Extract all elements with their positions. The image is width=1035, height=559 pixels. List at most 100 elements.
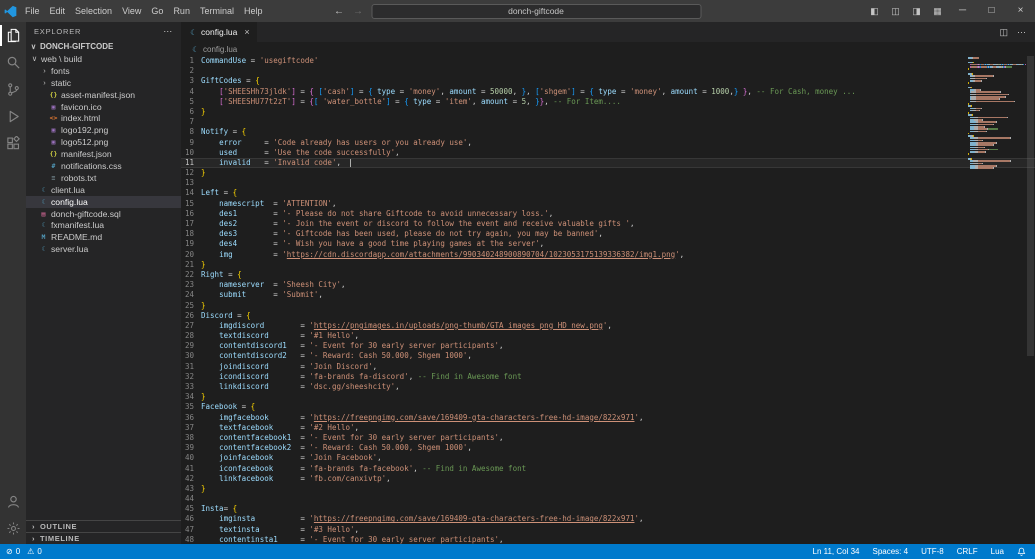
status-item-language-mode[interactable]: Lua [991,547,1004,556]
line-number[interactable]: 33 [181,382,201,392]
tree-item-config-lua[interactable]: ☾ config.lua [26,195,181,208]
line-number[interactable]: 28 [181,331,201,341]
status-item-indentation[interactable]: Spaces: 4 [873,547,909,556]
code-line-34[interactable]: 34} [181,392,1035,402]
code-line-47[interactable]: 47 textinsta = '#3 Hello', [181,525,1035,535]
line-number[interactable]: 39 [181,443,201,453]
code-line-12[interactable]: 12} [181,168,1035,178]
line-number[interactable]: 7 [181,117,201,127]
line-number[interactable]: 18 [181,229,201,239]
line-number[interactable]: 3 [181,76,201,86]
tree-item-readme-md[interactable]: M README.md [26,231,181,243]
line-number[interactable]: 25 [181,301,201,311]
line-number[interactable]: 12 [181,168,201,178]
line-number[interactable]: 1 [181,56,201,66]
menu-run[interactable]: Run [168,0,195,22]
code-line-19[interactable]: 19 des4 = '- Wish you have a good time p… [181,239,1035,249]
tree-item-notifications-css[interactable]: # notifications.css [26,160,181,172]
close-button[interactable]: × [1006,0,1035,22]
menu-go[interactable]: Go [146,0,168,22]
code-line-25[interactable]: 25} [181,301,1035,311]
account-icon[interactable] [0,488,26,515]
code-line-20[interactable]: 20 img = 'https://cdn.discordapp.com/att… [181,250,1035,260]
code-line-22[interactable]: 22 Right = { [181,270,1035,280]
menu-view[interactable]: View [117,0,146,22]
line-number[interactable]: 40 [181,453,201,463]
code-line-3[interactable]: 3 GiftCodes = { [181,76,1035,86]
code-line-45[interactable]: 45 Insta= { [181,504,1035,514]
code-line-33[interactable]: 33 linkdiscord = 'dsc.gg/sheeshcity', [181,382,1035,392]
line-number[interactable]: 2 [181,66,201,76]
line-number[interactable]: 16 [181,209,201,219]
toggle-secondary-sidebar-icon[interactable]: ◨ [906,0,927,22]
code-line-29[interactable]: 29 contentdiscord1 = '- Event for 30 ear… [181,341,1035,351]
menu-selection[interactable]: Selection [70,0,117,22]
run-debug-icon[interactable] [0,103,26,130]
code-line-44[interactable]: 44 [181,494,1035,504]
code-line-10[interactable]: 10 used = 'Use the code successfully', [181,148,1035,158]
tree-item-fxmanifest-lua[interactable]: ☾ fxmanifest.lua [26,219,181,231]
code-line-8[interactable]: 8 Notify = { [181,127,1035,137]
section-timeline[interactable]: › TIMELINE [26,532,181,544]
code-line-28[interactable]: 28 textdiscord = '#1 Hello', [181,331,1035,341]
menu-terminal[interactable]: Terminal [195,0,239,22]
line-number[interactable]: 13 [181,178,201,188]
tree-item-web-build[interactable]: ∨ web \ build [26,53,181,65]
line-number[interactable]: 10 [181,148,201,158]
menu-edit[interactable]: Edit [45,0,71,22]
code-line-39[interactable]: 39 contentfacebook2 = '- Reward: Cash 50… [181,443,1035,453]
problems-indicator[interactable]: ⊘ 0 ⚠ 0 [6,547,42,556]
tree-item-favicon-ico[interactable]: ▣ favicon.ico [26,101,181,113]
search-icon[interactable] [0,49,26,76]
tree-item-logo512-png[interactable]: ▣ logo512.png [26,136,181,148]
code-line-43[interactable]: 43} [181,484,1035,494]
line-number[interactable]: 5 [181,97,201,107]
explorer-icon[interactable] [0,22,26,49]
menu-file[interactable]: File [20,0,45,22]
code-line-36[interactable]: 36 imgfacebook = 'https://freepngimg.com… [181,413,1035,423]
tree-item-static[interactable]: › static [26,77,181,89]
code-line-24[interactable]: 24 submit = 'Submit', [181,290,1035,300]
code-line-16[interactable]: 16 des1 = '- Please do not share Giftcod… [181,209,1035,219]
line-number[interactable]: 31 [181,362,201,372]
status-item-eol[interactable]: CRLF [957,547,978,556]
line-number[interactable]: 44 [181,494,201,504]
code-line-35[interactable]: 35 Facebook = { [181,402,1035,412]
code-line-4[interactable]: 4 ['SHEESHh73jldk'] = { ['cash'] = { typ… [181,87,1035,97]
explorer-root-folder[interactable]: ∨ DONCH-GIFTCODE [26,40,181,53]
tree-item-manifest-json[interactable]: {} manifest.json [26,148,181,160]
minimize-button[interactable]: ─ [948,0,977,22]
status-item-encoding[interactable]: UTF-8 [921,547,944,556]
section-outline[interactable]: › OUTLINE [26,520,181,532]
code-line-41[interactable]: 41 iconfacebook = 'fa-brands fa-facebook… [181,464,1035,474]
tree-item-server-lua[interactable]: ☾ server.lua [26,243,181,255]
code-line-5[interactable]: 5 ['SHEESHU77t2zT'] = {[ 'water_bottle']… [181,97,1035,107]
line-number[interactable]: 42 [181,474,201,484]
line-number[interactable]: 17 [181,219,201,229]
code-line-7[interactable]: 7 [181,117,1035,127]
line-number[interactable]: 34 [181,392,201,402]
code-line-27[interactable]: 27 imgdiscord = 'https://pngimages.in/up… [181,321,1035,331]
line-number[interactable]: 38 [181,433,201,443]
line-number[interactable]: 20 [181,250,201,260]
line-number[interactable]: 21 [181,260,201,270]
line-number[interactable]: 11 [181,158,201,168]
code-line-17[interactable]: 17 des2 = '- Join the event or discord t… [181,219,1035,229]
code-line-18[interactable]: 18 des3 = '- Giftcode has been used, ple… [181,229,1035,239]
code-line-14[interactable]: 14 Left = { [181,188,1035,198]
line-number[interactable]: 26 [181,311,201,321]
maximize-button[interactable]: □ [977,0,1006,22]
code-line-6[interactable]: 6} [181,107,1035,117]
code-line-42[interactable]: 42 linkfacebook = 'fb.com/canxivtp', [181,474,1035,484]
tree-item-fonts[interactable]: › fonts [26,65,181,77]
tab-config-lua[interactable]: ☾ config.lua × [181,22,257,42]
notifications-bell-icon[interactable] [1017,547,1026,556]
code-line-46[interactable]: 46 imginsta = 'https://freepngimg.com/sa… [181,514,1035,524]
settings-gear-icon[interactable] [0,515,26,542]
code-line-26[interactable]: 26 Discord = { [181,311,1035,321]
code-line-15[interactable]: 15 namescript = 'ATTENTION', [181,199,1035,209]
line-number[interactable]: 43 [181,484,201,494]
scrollbar-thumb[interactable] [1027,56,1034,356]
line-number[interactable]: 35 [181,402,201,412]
source-control-icon[interactable] [0,76,26,103]
